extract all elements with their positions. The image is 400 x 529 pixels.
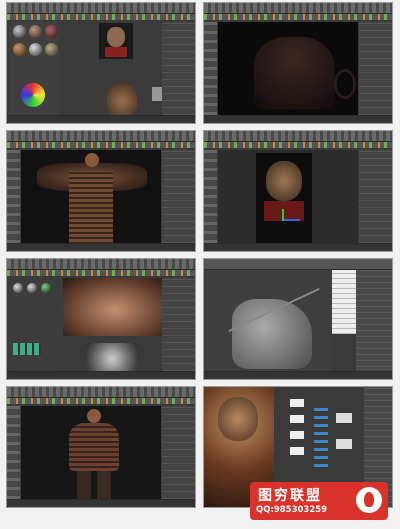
channel-box[interactable] bbox=[359, 22, 392, 115]
attribute-editor[interactable] bbox=[162, 22, 195, 115]
material-ball bbox=[41, 283, 51, 293]
neck-piece bbox=[85, 153, 99, 167]
status-bar bbox=[7, 371, 195, 379]
manipulator-axis[interactable] bbox=[282, 219, 300, 221]
shader-node[interactable] bbox=[290, 399, 304, 407]
screen-armor-model bbox=[203, 2, 393, 124]
hypershade-panel bbox=[9, 278, 63, 378]
manipulator-axis[interactable] bbox=[282, 209, 284, 221]
material-ball bbox=[45, 25, 58, 38]
armor-model bbox=[254, 37, 334, 109]
screen-full-character bbox=[6, 386, 196, 508]
screen-body-armor bbox=[6, 130, 196, 252]
node-connections bbox=[314, 407, 328, 467]
tool-box[interactable] bbox=[7, 406, 20, 499]
shader-node[interactable] bbox=[336, 439, 352, 449]
material-ball bbox=[13, 43, 26, 56]
layers-panel[interactable] bbox=[356, 270, 392, 373]
status-bar bbox=[204, 371, 392, 379]
toolbar bbox=[7, 387, 195, 398]
status-bar bbox=[7, 243, 195, 251]
shelf bbox=[204, 14, 392, 20]
screen-head-render bbox=[203, 130, 393, 252]
status-bar bbox=[204, 243, 392, 251]
toolbar bbox=[7, 259, 195, 270]
watermark-banner: 图穷联盟 QQ:985303259 bbox=[250, 482, 388, 520]
material-ball bbox=[13, 283, 23, 293]
costume-render bbox=[264, 201, 304, 221]
toolbar bbox=[7, 131, 195, 142]
channel-box[interactable] bbox=[162, 150, 195, 243]
shelf bbox=[7, 398, 195, 404]
face-closeup-render bbox=[63, 278, 167, 336]
material-ball bbox=[27, 283, 37, 293]
head-render bbox=[266, 161, 302, 201]
shelf bbox=[7, 270, 195, 276]
tool-box[interactable] bbox=[204, 22, 217, 115]
head-preview bbox=[107, 27, 125, 47]
screenshot-grid bbox=[6, 2, 394, 522]
body-armor bbox=[69, 171, 113, 247]
brand-title: 图穷联盟 bbox=[258, 488, 322, 504]
shelf bbox=[7, 14, 195, 20]
outliner-list[interactable] bbox=[332, 270, 356, 334]
toolbar bbox=[7, 3, 195, 14]
shader-node[interactable] bbox=[290, 447, 304, 455]
material-ball bbox=[13, 25, 26, 38]
material-ball bbox=[29, 43, 42, 56]
shader-node[interactable] bbox=[290, 431, 304, 439]
head-viewport-model bbox=[107, 83, 137, 119]
shader-node[interactable] bbox=[336, 413, 352, 423]
toolbar bbox=[204, 131, 392, 142]
tool-box[interactable] bbox=[7, 150, 20, 243]
shader-node[interactable] bbox=[290, 415, 304, 423]
render-face bbox=[218, 397, 258, 441]
texture-swatches[interactable] bbox=[13, 343, 41, 355]
screen-sculpt-statue bbox=[203, 258, 393, 380]
shelf bbox=[7, 142, 195, 148]
attribute-editor[interactable] bbox=[359, 150, 392, 243]
character-armor bbox=[69, 423, 119, 471]
tail-model bbox=[334, 69, 356, 99]
screen-face-closeup bbox=[6, 258, 196, 380]
attribute-editor[interactable] bbox=[162, 278, 195, 371]
tool-box[interactable] bbox=[204, 150, 217, 243]
status-bar bbox=[204, 115, 392, 123]
costume-preview bbox=[105, 47, 127, 57]
channel-box[interactable] bbox=[162, 406, 195, 499]
shelf bbox=[204, 142, 392, 148]
color-wheel-icon[interactable] bbox=[21, 83, 45, 107]
fire-icon bbox=[356, 487, 382, 513]
toolbar bbox=[204, 259, 392, 270]
screen-material-editor bbox=[6, 2, 196, 124]
status-bar bbox=[7, 499, 195, 507]
brand-qq: QQ:985303259 bbox=[256, 505, 328, 515]
material-ball bbox=[29, 25, 42, 38]
toolbar bbox=[204, 3, 392, 14]
material-ball bbox=[45, 43, 58, 56]
character-head bbox=[87, 409, 101, 423]
status-bar bbox=[7, 115, 195, 123]
